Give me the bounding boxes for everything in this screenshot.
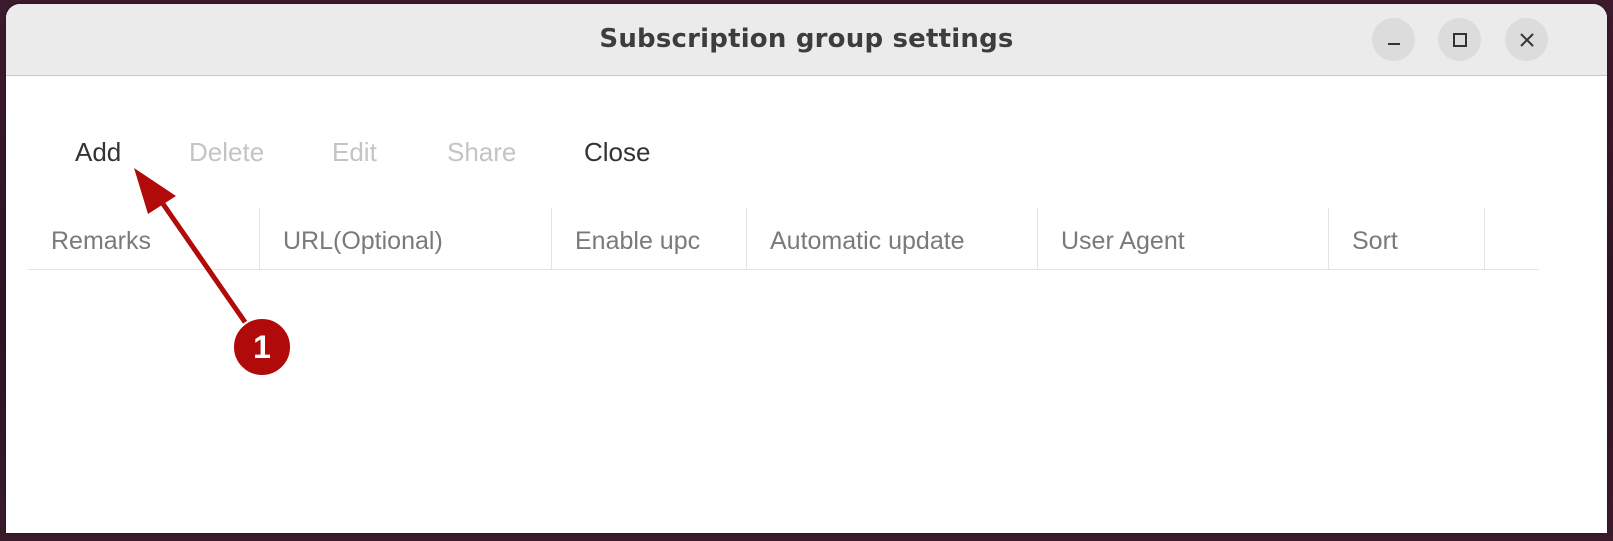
minimize-icon	[1387, 42, 1400, 45]
maximize-button[interactable]	[1438, 18, 1481, 61]
window-title: Subscription group settings	[599, 24, 1014, 54]
subscription-group-settings-window: Subscription group settings Add Delete E…	[6, 4, 1607, 533]
column-header-user-agent[interactable]: User Agent	[1038, 208, 1329, 269]
annotation-badge-number: 1	[253, 329, 271, 365]
column-header-automatic-update[interactable]: Automatic update	[747, 208, 1038, 269]
column-header-remarks[interactable]: Remarks	[28, 208, 260, 269]
close-window-button[interactable]	[1505, 18, 1548, 61]
edit-button[interactable]: Edit	[332, 137, 377, 167]
close-button[interactable]: Close	[584, 137, 650, 167]
toolbar: Add Delete Edit Share Close	[6, 75, 1607, 185]
table-header: Remarks URL(Optional) Enable upc Automat…	[28, 208, 1539, 270]
close-icon	[1519, 32, 1534, 47]
column-header-enable-update[interactable]: Enable upc	[552, 208, 747, 269]
column-header-url[interactable]: URL(Optional)	[260, 208, 552, 269]
minimize-button[interactable]	[1372, 18, 1415, 61]
subscription-table-body[interactable]	[28, 270, 1539, 530]
maximize-icon	[1452, 32, 1467, 47]
delete-button[interactable]: Delete	[189, 137, 264, 167]
share-button[interactable]: Share	[447, 137, 516, 167]
column-header-filler	[1485, 208, 1539, 269]
title-bar[interactable]: Subscription group settings	[6, 4, 1607, 76]
add-button[interactable]: Add	[75, 137, 121, 167]
column-header-sort[interactable]: Sort	[1329, 208, 1485, 269]
